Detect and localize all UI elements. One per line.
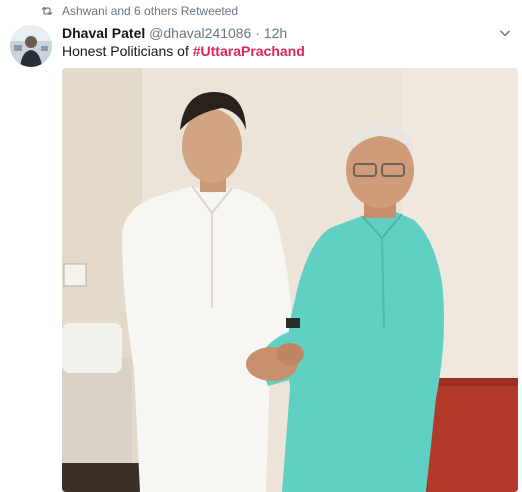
tweet-text: Honest Politicians of #UttaraPrachand bbox=[62, 42, 305, 60]
avatar-image bbox=[10, 25, 52, 67]
tweet-text-prefix: Honest Politicians of bbox=[62, 43, 193, 59]
tweet-timestamp[interactable]: 12h bbox=[264, 25, 287, 41]
retweet-context-text[interactable]: Ashwani and 6 others Retweeted bbox=[62, 4, 238, 18]
chevron-down-icon[interactable] bbox=[498, 26, 512, 40]
photo-image bbox=[62, 68, 518, 492]
author-handle[interactable]: @dhaval241086 bbox=[149, 25, 251, 41]
tweet-photo[interactable] bbox=[62, 68, 518, 492]
author-name[interactable]: Dhaval Patel bbox=[62, 25, 145, 41]
retweet-context: Ashwani and 6 others Retweeted bbox=[40, 3, 238, 19]
hashtag-link[interactable]: #UttaraPrachand bbox=[193, 43, 305, 59]
tweet-header: Dhaval Patel @dhaval241086 · 12h bbox=[62, 24, 512, 42]
author-avatar[interactable] bbox=[10, 25, 52, 67]
retweet-icon bbox=[41, 6, 53, 16]
separator-dot: · bbox=[255, 25, 260, 41]
